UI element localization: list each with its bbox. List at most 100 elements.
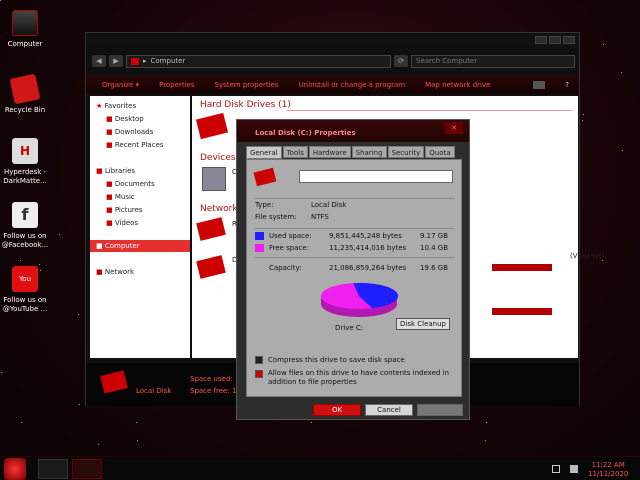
tab-security[interactable]: Security — [387, 146, 425, 158]
facebook-icon: f — [12, 202, 38, 228]
star-decoration — [602, 260, 603, 261]
help-icon[interactable]: ? — [565, 81, 569, 89]
nav-label: Network — [104, 268, 135, 276]
minimize-button[interactable] — [535, 36, 547, 44]
clock[interactable]: 11:22 AM 11/11/2020 — [588, 461, 628, 479]
organize-button[interactable]: Organize ▾ — [102, 81, 139, 89]
back-button[interactable]: ◀ — [92, 55, 106, 67]
clock-date: 11/11/2020 — [588, 470, 629, 478]
drive-icon — [100, 370, 128, 394]
cancel-button[interactable]: Cancel — [365, 404, 413, 416]
star-decoration — [78, 314, 79, 315]
address-separator: ▸ — [143, 57, 147, 65]
file-system-value: NTFS — [311, 213, 329, 221]
section-devices[interactable]: Devices — [200, 153, 235, 163]
nav-recent-places[interactable]: ■ Recent Places — [106, 141, 164, 149]
tab-hardware[interactable]: Hardware — [308, 146, 351, 158]
forward-button[interactable]: ▶ — [109, 55, 123, 67]
desktop-icon: ■ — [106, 115, 115, 123]
network-drive-icon[interactable] — [196, 217, 226, 241]
network-status-icon[interactable] — [570, 465, 578, 473]
desktop-icon-hyperdesk[interactable]: H Hyperdesk - DarkMatte... — [0, 138, 50, 186]
computer-icon — [131, 57, 139, 65]
network-drive-icon[interactable] — [196, 255, 226, 279]
capacity-bytes: 21,086,859,264 bytes — [329, 264, 407, 272]
tab-quota[interactable]: Quota — [425, 146, 455, 158]
nav-label: Desktop — [114, 115, 144, 123]
drive-c-icon[interactable] — [195, 112, 229, 140]
nav-music[interactable]: ■ Music — [106, 193, 135, 201]
computer-icon — [12, 10, 38, 36]
dialog-title-text: Local Disk (C:) Properties — [255, 129, 356, 137]
dialog-close-button[interactable]: ✕ — [445, 122, 463, 134]
downloads-icon: ■ — [106, 128, 115, 136]
star-decoration — [136, 422, 137, 423]
section-hard-disk-drives[interactable]: Hard Disk Drives (1) — [200, 100, 291, 110]
star-decoration — [21, 422, 22, 423]
action-center-icon[interactable] — [552, 465, 560, 473]
type-value: Local Disk — [311, 201, 347, 209]
nav-desktop[interactable]: ■ Desktop — [106, 115, 144, 123]
nav-videos[interactable]: ■ Videos — [106, 219, 138, 227]
desktop-icon-computer[interactable]: Computer — [0, 10, 50, 49]
desktop-icon-facebook[interactable]: f Follow us on @Facebook... — [0, 202, 50, 250]
maximize-button[interactable] — [549, 36, 561, 44]
system-properties-button[interactable]: System properties — [215, 81, 279, 89]
star-decoration — [603, 44, 604, 45]
index-label: Allow files on this drive to have conten… — [268, 369, 449, 386]
hyperdesk-icon: H — [12, 138, 38, 164]
search-input[interactable]: Search Computer — [411, 54, 575, 68]
nav-downloads[interactable]: ■ Downloads — [106, 128, 153, 136]
star-decoration — [583, 114, 584, 115]
section-network[interactable]: Network — [200, 204, 238, 214]
close-button[interactable] — [563, 36, 575, 44]
general-tab-panel: Type: Local Disk File system: NTFS Used … — [246, 159, 462, 397]
taskbar-computer-icon[interactable] — [72, 459, 102, 479]
title-bar — [86, 33, 579, 47]
network-icon: ■ — [96, 268, 105, 276]
used-space-swatch — [255, 232, 264, 240]
star-decoration — [485, 440, 486, 441]
star-icon: ★ — [96, 102, 105, 110]
star-decoration — [98, 444, 99, 445]
drive-icon — [253, 167, 277, 187]
uninstall-button[interactable]: Uninstall or change a program — [299, 81, 406, 89]
properties-dialog: Local Disk (C:) Properties ✕ General Too… — [236, 119, 470, 420]
address-bar[interactable]: ▸ Computer — [126, 54, 391, 68]
start-button[interactable] — [4, 458, 26, 480]
refresh-button[interactable]: ⟳ — [394, 55, 408, 67]
tab-tools[interactable]: Tools — [282, 146, 308, 158]
nav-computer[interactable]: ■ Computer — [90, 240, 190, 252]
nav-libraries[interactable]: ■ Libraries — [96, 167, 135, 175]
view-options-icon[interactable] — [533, 81, 546, 89]
disk-usage-pie — [321, 282, 399, 317]
star-decoration — [79, 404, 80, 405]
nav-network[interactable]: ■ Network — [96, 268, 134, 276]
videos-icon: ■ — [106, 219, 115, 227]
desktop-icon-recycle-bin[interactable]: Recycle Bin — [0, 73, 50, 115]
drive-name-input[interactable] — [299, 170, 453, 183]
clock-time: 11:22 AM — [591, 461, 625, 469]
type-label: Type: — [255, 201, 274, 209]
star-decoration — [486, 422, 487, 423]
apply-button[interactable] — [417, 404, 463, 416]
drive-label: Drive C: — [335, 324, 364, 332]
disk-cleanup-button[interactable]: Disk Cleanup — [396, 318, 450, 330]
compress-checkbox[interactable] — [255, 356, 263, 364]
desktop-icon-youtube[interactable]: You Follow us on @YouTube ... — [0, 266, 50, 314]
star-decoration — [39, 264, 40, 265]
index-checkbox[interactable] — [255, 370, 263, 378]
nav-label: Libraries — [104, 167, 136, 175]
map-network-drive-button[interactable]: Map network drive — [425, 81, 490, 89]
nav-pictures[interactable]: ■ Pictures — [106, 206, 143, 214]
taskbar-explorer-icon[interactable] — [38, 459, 68, 479]
nav-documents[interactable]: ■ Documents — [106, 180, 155, 188]
dialog-tabs: General Tools Hardware Sharing Security … — [246, 146, 456, 159]
properties-button[interactable]: Properties — [159, 81, 194, 89]
tab-general[interactable]: General — [246, 146, 282, 159]
tab-sharing[interactable]: Sharing — [351, 146, 387, 158]
dvd-drive-icon[interactable] — [202, 167, 226, 191]
nav-label: Music — [114, 193, 135, 201]
ok-button[interactable]: OK — [313, 404, 361, 416]
nav-favorites[interactable]: ★ Favorites — [96, 102, 136, 110]
